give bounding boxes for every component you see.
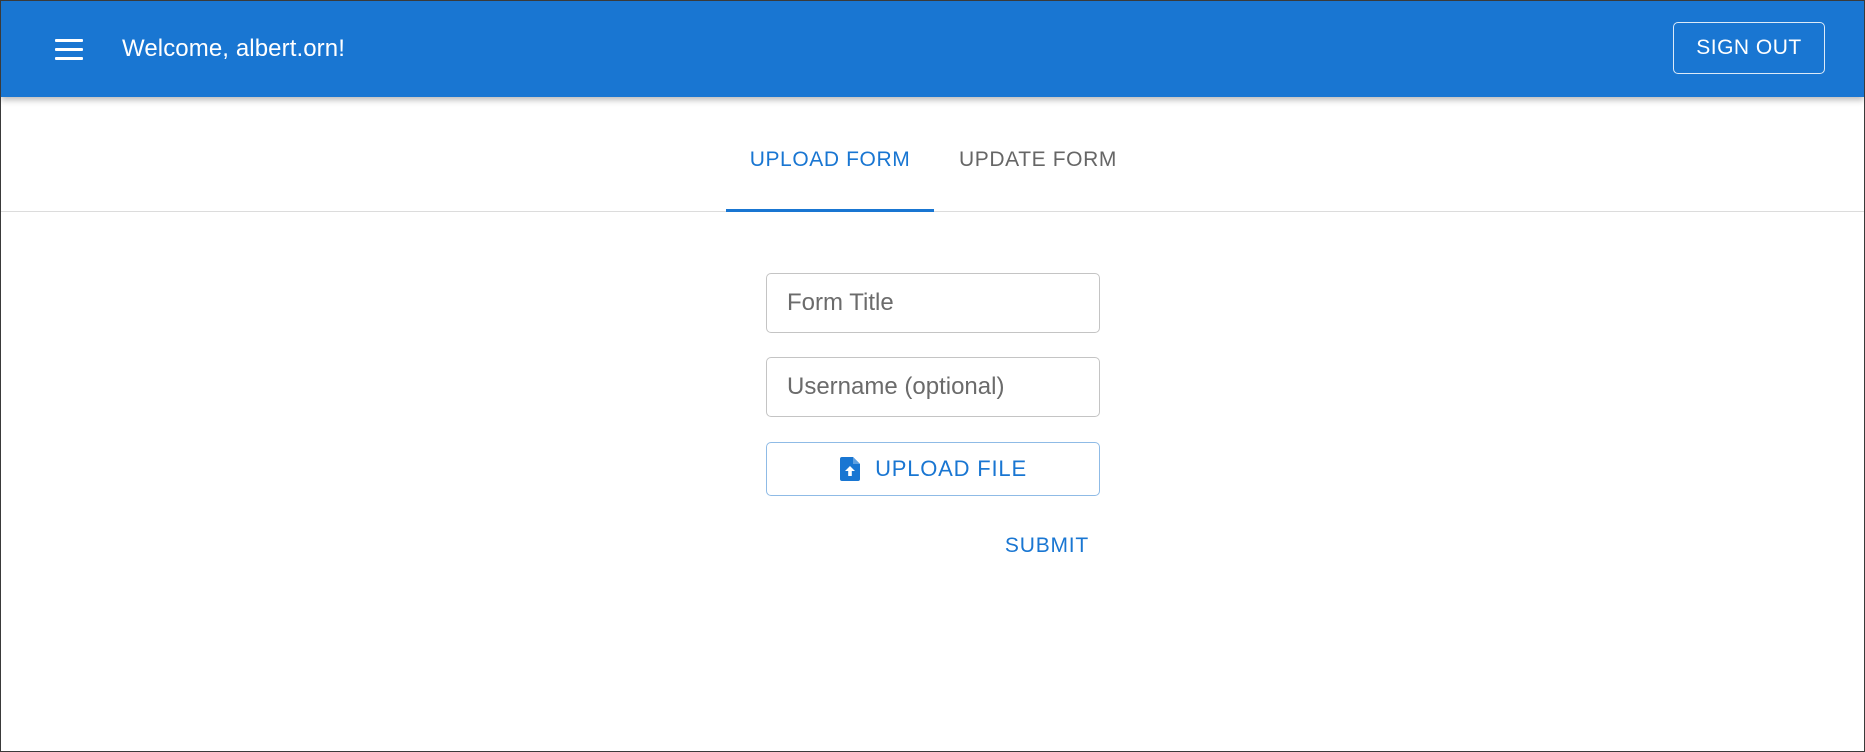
tab-upload-form[interactable]: UPLOAD FORM xyxy=(726,97,934,211)
form-tabs: UPLOAD FORM UPDATE FORM xyxy=(1,97,1864,212)
file-upload-icon xyxy=(839,456,861,482)
submit-button[interactable]: SUBMIT xyxy=(997,528,1097,564)
form-title-input[interactable] xyxy=(766,273,1100,333)
app-window: Welcome, albert.orn! SIGN OUT UPLOAD FOR… xyxy=(0,0,1865,752)
sign-out-button[interactable]: SIGN OUT xyxy=(1673,22,1825,74)
welcome-text: Welcome, albert.orn! xyxy=(122,35,345,62)
app-bar: Welcome, albert.orn! SIGN OUT xyxy=(1,1,1864,97)
hamburger-menu-icon[interactable] xyxy=(47,31,91,67)
tab-update-form[interactable]: UPDATE FORM xyxy=(938,97,1138,211)
username-input[interactable] xyxy=(766,357,1100,417)
upload-file-label: UPLOAD FILE xyxy=(875,456,1027,481)
active-tab-indicator xyxy=(726,209,934,212)
upload-file-button[interactable]: UPLOAD FILE xyxy=(766,442,1100,496)
